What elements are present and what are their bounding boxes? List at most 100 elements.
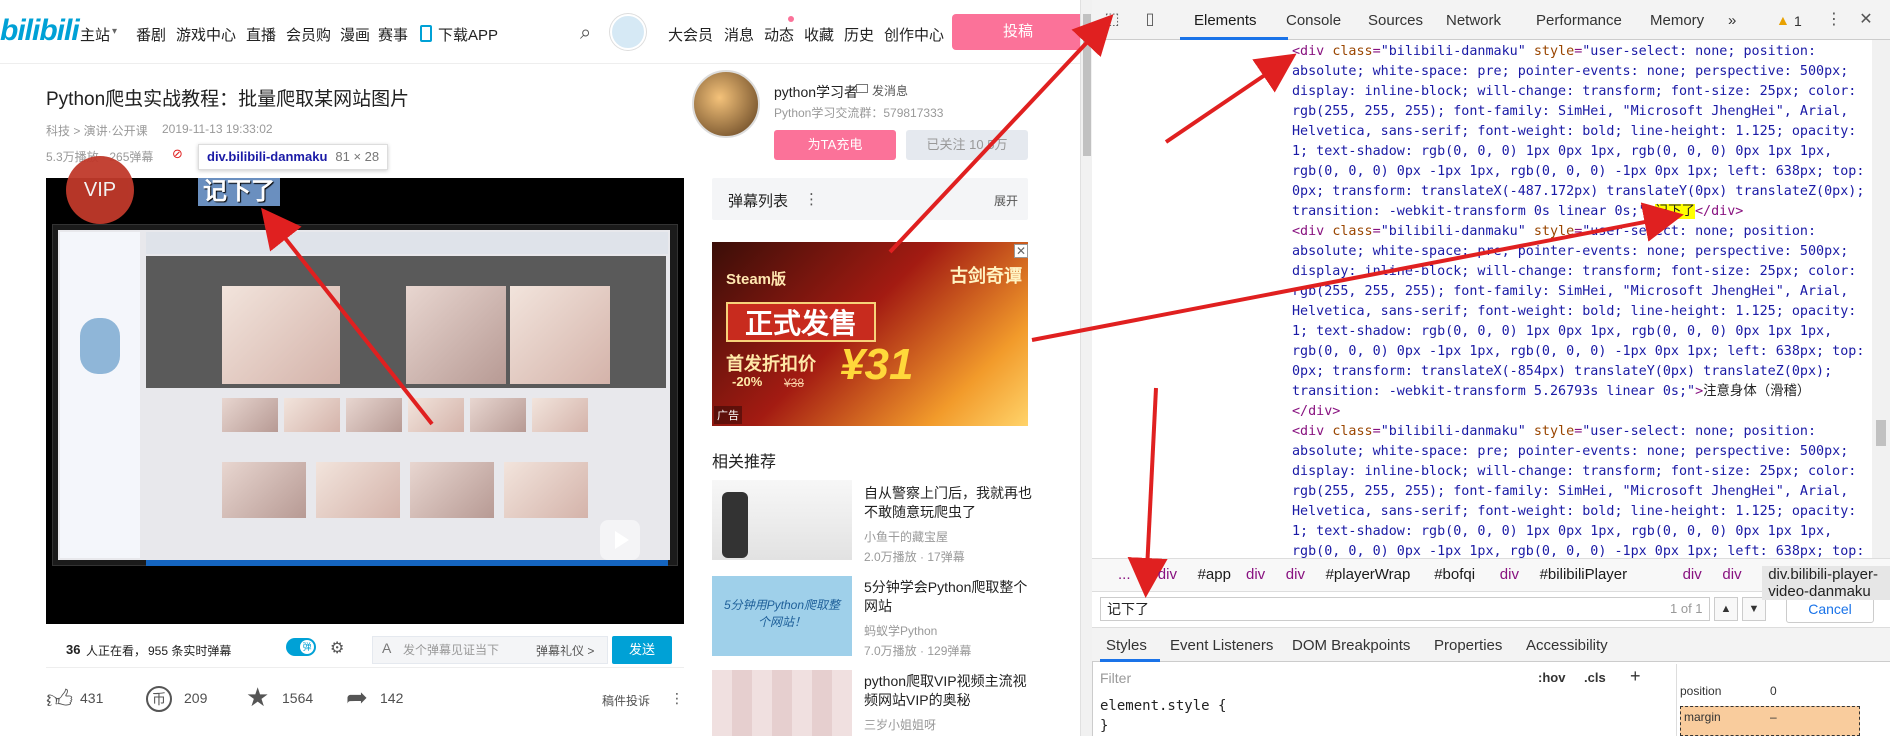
nav-member-shop[interactable]: 会员购 bbox=[286, 24, 331, 45]
nav-dynamic[interactable]: 动态 bbox=[764, 24, 794, 45]
element-style-rule[interactable]: element.style { bbox=[1100, 698, 1226, 714]
dom-code-line[interactable]: <div class="bilibili-danmaku" style="use… bbox=[1292, 222, 1862, 242]
follow-button[interactable]: 已关注 10.5万 bbox=[906, 130, 1028, 160]
more-icon[interactable]: ⋮ bbox=[670, 690, 684, 707]
dom-code-line[interactable]: 0px; transform: translateX(-854px) trans… bbox=[1292, 362, 1862, 382]
search-next-icon[interactable]: ▼ bbox=[1742, 597, 1766, 621]
warning-icon[interactable]: ▲ bbox=[1776, 12, 1790, 28]
nav-esports[interactable]: 赛事 bbox=[378, 24, 408, 45]
dom-code-line[interactable]: 1; text-shadow: rgb(0, 0, 0) 1px 0px 1px… bbox=[1292, 322, 1862, 342]
tab-memory[interactable]: Memory bbox=[1650, 12, 1704, 29]
dom-code-line[interactable]: </div> bbox=[1292, 402, 1862, 422]
danmaku-etiquette-link[interactable]: 弹幕礼仪 > bbox=[536, 642, 594, 659]
dom-search-input[interactable]: 记下了 bbox=[1100, 597, 1710, 621]
nav-favorites[interactable]: 收藏 bbox=[804, 24, 834, 45]
nav-history[interactable]: 历史 bbox=[844, 24, 874, 45]
settings-menu-icon[interactable]: ⋮ bbox=[1824, 10, 1844, 30]
nav-download-app[interactable]: 下载APP bbox=[438, 24, 498, 45]
nav-anime[interactable]: 番剧 bbox=[136, 24, 166, 45]
nav-manga[interactable]: 漫画 bbox=[340, 24, 370, 45]
related-up-2[interactable]: 蚂蚁学Python bbox=[864, 622, 937, 639]
nav-home[interactable]: 主站 bbox=[80, 24, 110, 45]
dom-code-line[interactable]: display: inline-block; will-change: tran… bbox=[1292, 82, 1862, 102]
breadcrumb-item[interactable]: div bbox=[1683, 566, 1702, 583]
add-rule-icon[interactable]: + bbox=[1630, 666, 1641, 687]
inspect-element-icon[interactable]: ⬚ bbox=[1102, 10, 1122, 30]
search-prev-icon[interactable]: ▲ bbox=[1714, 597, 1738, 621]
dom-code-line[interactable]: Helvetica, sans-serif; font-weight: bold… bbox=[1292, 502, 1862, 522]
dom-code-line[interactable]: rgb(0, 0, 0) 0px -1px 1px, rgb(0, 0, 0) … bbox=[1292, 162, 1864, 182]
play-icon[interactable] bbox=[600, 520, 640, 560]
uploader-avatar[interactable] bbox=[692, 70, 760, 138]
breadcrumb-item[interactable]: div.bilibili-player-video-danmaku bbox=[1762, 566, 1890, 600]
search-icon[interactable]: ⌕ bbox=[580, 22, 591, 45]
danmaku-settings-icon[interactable]: ⚙ bbox=[330, 638, 344, 658]
dom-code-line[interactable]: 0px; transform: translateX(-487.172px) t… bbox=[1292, 182, 1864, 202]
user-avatar[interactable] bbox=[610, 14, 646, 50]
charge-button[interactable]: 为TA充电 bbox=[774, 130, 896, 160]
dom-code-line[interactable]: Helvetica, sans-serif; font-weight: bold… bbox=[1292, 122, 1862, 142]
breadcrumb-item[interactable]: div bbox=[1286, 566, 1305, 583]
bilibili-logo[interactable]: bilibili bbox=[0, 14, 80, 48]
nav-vip[interactable]: 大会员 bbox=[668, 24, 713, 45]
send-danmaku-button[interactable]: 发送 bbox=[612, 636, 672, 664]
dom-code-line[interactable]: display: inline-block; will-change: tran… bbox=[1292, 462, 1862, 482]
subtab-accessibility[interactable]: Accessibility bbox=[1526, 637, 1608, 654]
breadcrumb-item[interactable]: div bbox=[1158, 566, 1177, 583]
video-category[interactable]: 科技 > 演讲·公开课 bbox=[46, 122, 148, 139]
coin-icon[interactable]: 币 bbox=[146, 686, 172, 712]
related-title-1[interactable]: 自从警察上门后，我就再也不敢随意玩爬虫了 bbox=[864, 484, 1034, 522]
hov-toggle[interactable]: :hov bbox=[1538, 670, 1565, 685]
send-message-link[interactable]: 发消息 bbox=[872, 82, 908, 99]
related-thumb-3[interactable] bbox=[712, 670, 852, 736]
page-scroll-thumb[interactable] bbox=[1083, 14, 1091, 156]
danmaku-list-expand[interactable]: 展开 bbox=[994, 192, 1018, 209]
more-tabs-icon[interactable]: » bbox=[1728, 12, 1736, 29]
dom-tree-scrollbar[interactable] bbox=[1872, 40, 1890, 558]
breadcrumb-item[interactable]: div bbox=[1500, 566, 1519, 583]
elements-dom-tree[interactable]: <div class="bilibili-danmaku" style="use… bbox=[1092, 40, 1872, 558]
danmaku-list-menu-icon[interactable]: ⋮ bbox=[804, 190, 819, 208]
subtab-event-listeners[interactable]: Event Listeners bbox=[1170, 637, 1273, 654]
dom-code-line[interactable]: rgb(255, 255, 255); font-family: SimHei,… bbox=[1292, 102, 1862, 122]
tab-network[interactable]: Network bbox=[1446, 12, 1501, 29]
dom-code-line[interactable]: rgb(255, 255, 255); font-family: SimHei,… bbox=[1292, 482, 1862, 502]
cls-toggle[interactable]: .cls bbox=[1584, 670, 1606, 685]
breadcrumb-item[interactable]: div bbox=[1246, 566, 1265, 583]
tab-sources[interactable]: Sources bbox=[1368, 12, 1423, 29]
close-icon[interactable]: ✕ bbox=[1014, 244, 1028, 258]
styles-filter-input[interactable]: Filter bbox=[1100, 670, 1520, 692]
dom-code-line[interactable]: absolute; white-space: pre; pointer-even… bbox=[1292, 442, 1862, 462]
related-up-3[interactable]: 三岁小姐姐呀 bbox=[864, 716, 936, 733]
font-icon[interactable]: A bbox=[382, 640, 391, 656]
dom-code-line[interactable]: Helvetica, sans-serif; font-weight: bold… bbox=[1292, 302, 1862, 322]
dom-code-line[interactable]: transition: -webkit-transform 5.26793s l… bbox=[1292, 382, 1862, 402]
breadcrumb-item[interactable]: #bilibiliPlayer bbox=[1540, 566, 1628, 583]
upload-button[interactable]: 投稿 bbox=[952, 14, 1084, 50]
page-scrollbar[interactable] bbox=[1080, 0, 1092, 736]
breadcrumb-item[interactable]: #app bbox=[1198, 566, 1231, 583]
breadcrumb-item[interactable]: #bofqi bbox=[1434, 566, 1475, 583]
dom-code-line[interactable]: rgb(255, 255, 255); font-family: SimHei,… bbox=[1292, 282, 1862, 302]
star-icon[interactable]: ★ bbox=[246, 682, 269, 713]
uploader-name[interactable]: python学习者 bbox=[774, 82, 858, 102]
dom-code-line[interactable]: rgb(0, 0, 0) 0px -1px 1px, rgb(0, 0, 0) … bbox=[1292, 342, 1864, 362]
dom-code-line[interactable]: rgb(0, 0, 0) 0px -1px 1px, rgb(0, 0, 0) … bbox=[1292, 542, 1864, 558]
report-link[interactable]: 稿件投诉 bbox=[602, 692, 650, 709]
breadcrumb-item[interactable]: ... bbox=[1118, 566, 1131, 583]
related-title-3[interactable]: python爬取VIP视频主流视频网站VIP的奥秘 bbox=[864, 672, 1034, 710]
nav-games[interactable]: 游戏中心 bbox=[176, 24, 236, 45]
close-devtools-icon[interactable]: ✕ bbox=[1856, 10, 1876, 30]
dom-code-line[interactable]: absolute; white-space: pre; pointer-even… bbox=[1292, 242, 1862, 262]
dom-code-line[interactable]: <div class="bilibili-danmaku" style="use… bbox=[1292, 42, 1862, 62]
dom-code-line[interactable]: absolute; white-space: pre; pointer-even… bbox=[1292, 62, 1862, 82]
subtab-dom-breakpoints[interactable]: DOM Breakpoints bbox=[1292, 637, 1410, 654]
nav-creator-center[interactable]: 创作中心 bbox=[884, 24, 944, 45]
dom-code-line[interactable]: 1; text-shadow: rgb(0, 0, 0) 1px 0px 1px… bbox=[1292, 142, 1862, 162]
dom-code-line[interactable]: 1; text-shadow: rgb(0, 0, 0) 1px 0px 1px… bbox=[1292, 522, 1862, 542]
dom-code-line[interactable]: transition: -webkit-transform 0s linear … bbox=[1292, 202, 1862, 222]
subtab-properties[interactable]: Properties bbox=[1434, 637, 1502, 654]
subtab-styles[interactable]: Styles bbox=[1106, 637, 1147, 654]
tab-console[interactable]: Console bbox=[1286, 12, 1341, 29]
nav-messages[interactable]: 消息 bbox=[724, 24, 754, 45]
